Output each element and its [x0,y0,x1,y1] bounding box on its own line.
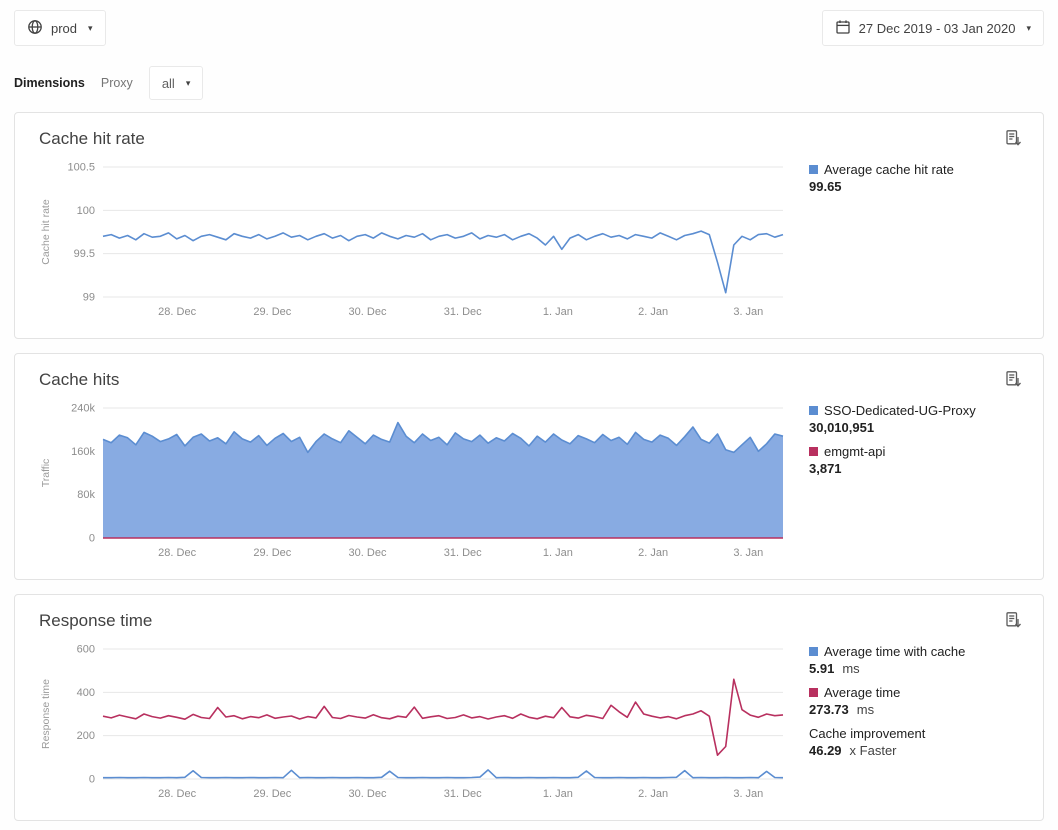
legend-swatch [809,165,818,174]
export-report-icon[interactable] [1004,370,1023,394]
x-tick-label: 28. Dec [158,788,196,800]
x-tick-label: 2. Jan [638,547,668,559]
cache-hits-card: Cache hits 0 80k 160k 240k Traffic 28. Dec 29.… [14,353,1044,580]
legend-item: Average time with cache 5.91 ms [809,643,1023,677]
x-tick-label: 31. Dec [444,306,482,318]
y-axis-title: Response time [40,679,52,749]
legend-item: Average cache hit rate 99.65 [809,161,1023,195]
response-time-chart: 0 200 400 600 Response time 28. Dec 29. Dec 30.… [23,639,793,807]
legend-value: 3,871 [809,461,842,476]
y-tick-label: 0 [89,533,95,545]
date-range-label: 27 Dec 2019 - 03 Jan 2020 [859,21,1016,36]
x-tick-label: 29. Dec [253,306,291,318]
legend-item: Cache improvement 46.29 x Faster [809,725,1023,759]
y-tick-label: 240k [71,403,95,415]
chart-area: 0 80k 160k 240k Traffic 28. Dec 29. Dec 30. Dec… [23,398,1023,571]
legend-value: 273.73 [809,702,849,717]
chevron-down-icon: ▾ [186,78,191,89]
legend-label: Average time with cache [824,644,965,659]
chevron-down-icon: ▾ [1026,23,1031,34]
cache-hit-rate-card: Cache hit rate 99 99.5 100 100.5 Cache hit r… [14,112,1044,339]
x-tick-label: 2. Jan [638,306,668,318]
x-tick-label: 1. Jan [543,547,573,559]
x-tick-label: 1. Jan [543,788,573,800]
y-tick-label: 100 [77,205,95,217]
cache-hit-rate-chart: 99 99.5 100 100.5 Cache hit rate 28. Dec 29. D… [23,157,793,325]
dimensions-label: Dimensions [14,76,85,90]
legend-swatch [809,647,818,656]
x-tick-label: 28. Dec [158,306,196,318]
y-tick-label: 99.5 [74,248,95,260]
y-tick-label: 99 [83,292,95,304]
y-tick-label: 0 [89,774,95,786]
legend-swatch [809,688,818,697]
x-tick-label: 29. Dec [253,788,291,800]
chart-legend: Average cache hit rate 99.65 [809,161,1023,202]
legend-swatch [809,406,818,415]
chart-title: Cache hit rate [39,129,1023,149]
x-tick-label: 31. Dec [444,547,482,559]
legend-value: 46.29 [809,743,842,758]
x-tick-label: 3. Jan [733,306,763,318]
chart-area: 0 200 400 600 Response time 28. Dec 29. Dec 30.… [23,639,1023,812]
y-tick-label: 600 [77,644,95,656]
x-tick-label: 1. Jan [543,306,573,318]
chevron-down-icon: ▾ [88,23,93,34]
cache-hits-chart: 0 80k 160k 240k Traffic 28. Dec 29. Dec 30. Dec… [23,398,793,566]
y-tick-label: 400 [77,687,95,699]
x-tick-label: 31. Dec [444,788,482,800]
legend-label: Average time [824,685,900,700]
y-tick-label: 160k [71,446,95,458]
legend-label: SSO-Dedicated-UG-Proxy [824,403,976,418]
legend-label: Average cache hit rate [824,162,954,177]
line-series-Average cache hit rate [103,231,783,293]
date-range-picker[interactable]: 27 Dec 2019 - 03 Jan 2020 ▾ [822,10,1044,46]
legend-value-suffix: x Faster [850,743,897,758]
legend-label: Cache improvement [809,726,925,741]
proxy-filter-dropdown[interactable]: all ▾ [149,66,204,100]
top-toolbar: prod ▾ 27 Dec 2019 - 03 Jan 2020 ▾ [0,0,1058,46]
chart-title: Cache hits [39,370,1023,390]
dimensions-bar: Dimensions Proxy all ▾ [0,46,1058,100]
x-tick-label: 28. Dec [158,547,196,559]
globe-icon [27,19,43,38]
chart-title: Response time [39,611,1023,631]
legend-value-suffix: ms [842,661,859,676]
proxy-filter-value: all [162,76,175,91]
x-tick-label: 30. Dec [349,788,387,800]
x-tick-label: 2. Jan [638,788,668,800]
legend-item: Average time 273.73 ms [809,684,1023,718]
environment-dropdown[interactable]: prod ▾ [14,10,106,46]
x-tick-label: 29. Dec [253,547,291,559]
chart-legend: SSO-Dedicated-UG-Proxy 30,010,951 emgmt-ap… [809,402,1023,484]
x-tick-label: 3. Jan [733,547,763,559]
legend-item: SSO-Dedicated-UG-Proxy 30,010,951 [809,402,1023,436]
legend-label: emgmt-api [824,444,885,459]
charts-container: Cache hit rate 99 99.5 100 100.5 Cache hit r… [0,100,1058,821]
line-series-Average time with cache [103,770,783,778]
legend-value-suffix: ms [857,702,874,717]
environment-label: prod [51,21,77,36]
response-time-card: Response time 0 200 400 600 Response time 28.… [14,594,1044,821]
y-tick-label: 100.5 [67,162,95,174]
x-tick-label: 30. Dec [349,547,387,559]
y-tick-label: 200 [77,730,95,742]
calendar-icon [835,19,851,38]
y-tick-label: 80k [77,489,95,501]
dimension-proxy-label[interactable]: Proxy [101,76,133,90]
y-axis-title: Cache hit rate [40,199,52,265]
x-tick-label: 3. Jan [733,788,763,800]
line-series-Average time [103,679,783,755]
legend-item: emgmt-api 3,871 [809,443,1023,477]
x-tick-label: 30. Dec [349,306,387,318]
legend-value: 99.65 [809,179,842,194]
export-report-icon[interactable] [1004,611,1023,635]
legend-swatch [809,447,818,456]
chart-legend: Average time with cache5.91msAverage tim… [809,643,1023,766]
legend-value: 5.91 [809,661,834,676]
y-axis-title: Traffic [40,459,52,488]
legend-value: 30,010,951 [809,420,874,435]
chart-area: 99 99.5 100 100.5 Cache hit rate 28. Dec 29. D… [23,157,1023,330]
export-report-icon[interactable] [1004,129,1023,153]
